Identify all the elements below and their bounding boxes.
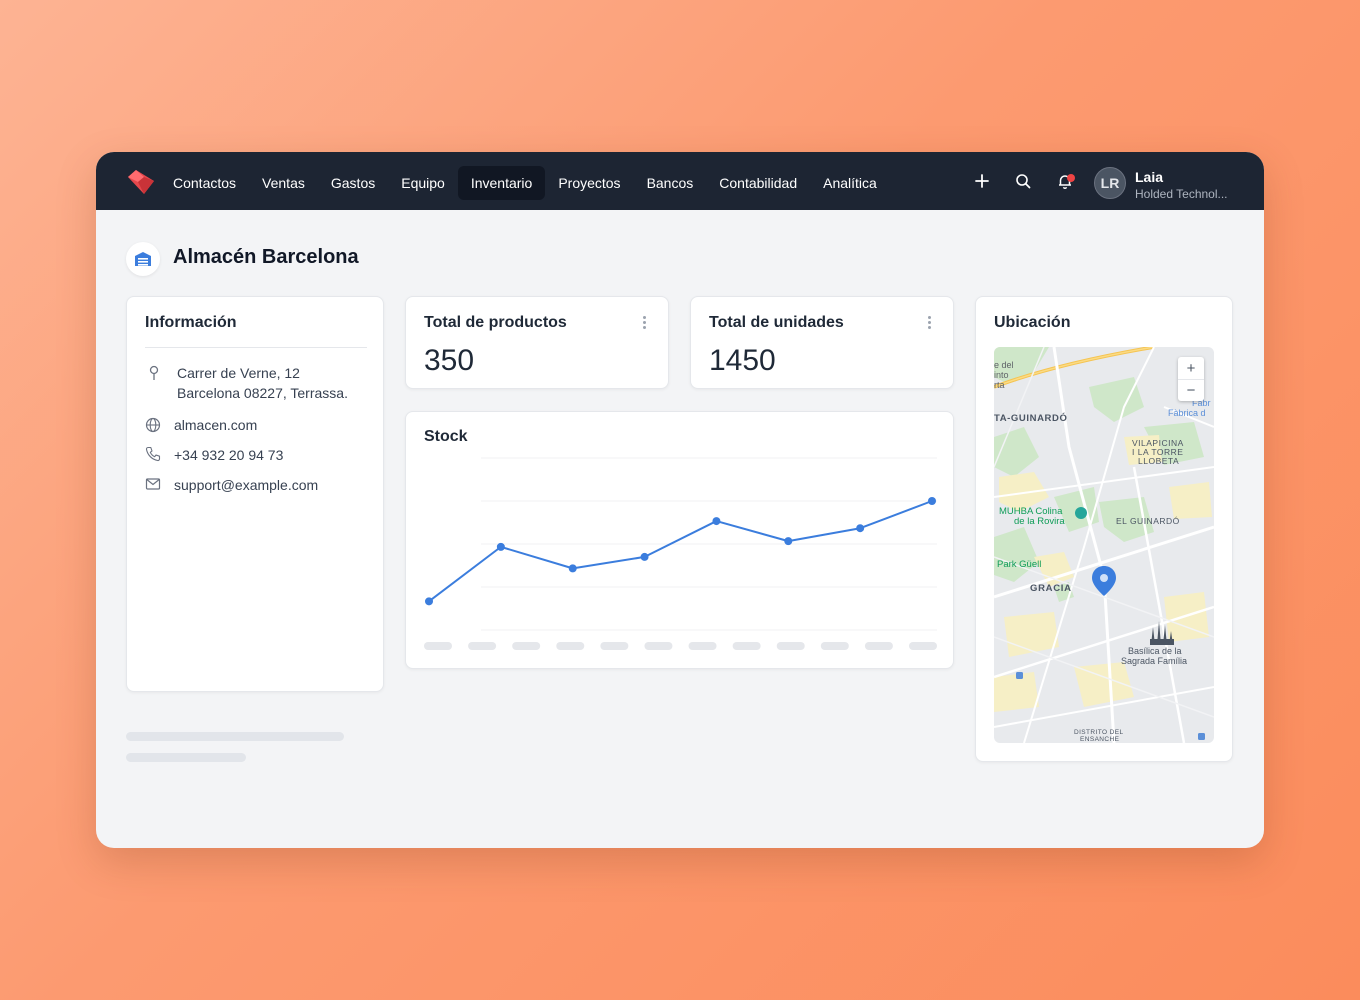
more-options-icon[interactable] (927, 316, 931, 332)
globe-icon (145, 417, 161, 433)
stock-data-point[interactable] (784, 537, 793, 546)
phone-icon (145, 446, 161, 462)
mail-icon (145, 478, 161, 490)
x-axis-label-placeholder (820, 642, 849, 650)
nav-item-proyectos[interactable]: Proyectos (545, 166, 633, 200)
warehouse-icon (126, 242, 160, 276)
nav-item-analitica[interactable]: Analítica (810, 166, 890, 200)
x-axis-label-placeholder (732, 642, 761, 650)
location-card-title: Ubicación (994, 314, 1071, 331)
app-window: Contactos Ventas Gastos Equipo Inventari… (96, 152, 1264, 848)
map-label: Sagrada Família (1121, 656, 1187, 666)
map-zoom-controls: + − (1178, 357, 1204, 401)
x-axis-label-placeholder (424, 642, 452, 650)
loading-placeholder (126, 753, 246, 762)
x-axis-label-placeholder (688, 642, 717, 650)
map-label: e del (994, 360, 1014, 370)
map-label: de la Rovira (1014, 516, 1065, 527)
email-link[interactable]: support@example.com (174, 475, 318, 495)
stock-data-point[interactable] (640, 552, 649, 561)
x-axis-label-placeholder (776, 642, 805, 650)
map-label: ENSANCHE (1080, 736, 1120, 743)
email-row: support@example.com (145, 475, 318, 495)
kpi-card-productos: Total de productos 350 (405, 296, 669, 389)
map-label: Fàbrica d (1168, 408, 1206, 418)
info-card-title: Información (145, 314, 237, 331)
map-label: Park Güell (997, 559, 1041, 570)
map-label: into (994, 370, 1009, 380)
user-company: Holded Technol... (1135, 187, 1228, 201)
map-label: Basílica de la (1128, 646, 1182, 656)
top-navbar: Contactos Ventas Gastos Equipo Inventari… (96, 152, 1264, 210)
stock-data-point[interactable] (425, 597, 433, 606)
stock-line-chart (424, 457, 937, 650)
page-title: Almacén Barcelona (173, 246, 359, 268)
map-label: GRACIA (1030, 583, 1072, 594)
address-row: Carrer de Verne, 12 Barcelona 08227, Ter… (145, 363, 348, 403)
avatar[interactable]: LR (1094, 167, 1126, 199)
stock-card: Stock (405, 411, 954, 669)
holded-logo-icon[interactable] (126, 169, 156, 195)
nav-item-ventas[interactable]: Ventas (249, 166, 318, 200)
map-label: DISTRITO DEL (1074, 729, 1123, 736)
notification-badge (1067, 174, 1075, 182)
address-line-2: Barcelona 08227, Terrassa. (177, 385, 348, 401)
phone-row: +34 932 20 94 73 (145, 445, 283, 465)
nav-item-equipo[interactable]: Equipo (388, 166, 458, 200)
kpi-value: 1450 (709, 344, 776, 377)
map-label: TA-GUINARDÓ (994, 412, 1067, 424)
stock-data-point[interactable] (928, 497, 936, 505)
x-axis-label-placeholder (512, 642, 541, 650)
more-options-icon[interactable] (642, 316, 646, 332)
loading-placeholder (126, 732, 344, 741)
kpi-title: Total de productos (424, 314, 567, 331)
stock-series-line (428, 500, 933, 603)
phone-number[interactable]: +34 932 20 94 73 (174, 445, 283, 465)
nav-item-bancos[interactable]: Bancos (634, 166, 707, 200)
x-axis-label-placeholder (600, 642, 629, 650)
stock-data-point[interactable] (856, 524, 865, 533)
zoom-out-button[interactable]: − (1178, 379, 1204, 401)
kpi-value: 350 (424, 344, 475, 377)
add-icon[interactable] (973, 172, 991, 190)
nav-item-contabilidad[interactable]: Contabilidad (706, 166, 810, 200)
x-axis-label-placeholder (864, 642, 893, 650)
main-nav: Contactos Ventas Gastos Equipo Inventari… (160, 166, 890, 200)
map-label: EL GUINARDÓ (1116, 516, 1180, 526)
stock-data-point[interactable] (496, 542, 505, 551)
website-row: almacen.com (145, 415, 257, 435)
location-pin-icon (149, 365, 159, 380)
nav-item-inventario[interactable]: Inventario (457, 166, 546, 200)
location-card: Ubicación e del into rta TA-GUINARDÓ VIL… (975, 296, 1233, 762)
x-axis-label-placeholder (468, 642, 497, 650)
website-link[interactable]: almacen.com (174, 415, 257, 435)
kpi-card-unidades: Total de unidades 1450 (690, 296, 954, 389)
nav-item-contactos[interactable]: Contactos (160, 166, 249, 200)
zoom-in-button[interactable]: + (1178, 357, 1204, 379)
x-axis-label-placeholder (909, 642, 937, 650)
x-axis-label-placeholder (556, 642, 585, 650)
nav-item-gastos[interactable]: Gastos (318, 166, 388, 200)
kpi-title: Total de unidades (709, 314, 844, 331)
address-line-1: Carrer de Verne, 12 (177, 365, 300, 381)
stock-data-point[interactable] (568, 564, 577, 573)
x-axis-label-placeholder (644, 642, 673, 650)
map-label: LLOBETA (1138, 456, 1179, 466)
map-canvas[interactable]: e del into rta TA-GUINARDÓ VILAPICINA I … (994, 347, 1214, 743)
map[interactable]: e del into rta TA-GUINARDÓ VILAPICINA I … (994, 347, 1214, 743)
divider (145, 347, 367, 348)
stock-data-point[interactable] (712, 517, 721, 526)
user-name[interactable]: Laia (1135, 169, 1163, 185)
search-icon[interactable] (1014, 172, 1032, 190)
map-label: rta (994, 380, 1005, 390)
info-card: Información Carrer de Verne, 12 Barcelon… (126, 296, 384, 692)
